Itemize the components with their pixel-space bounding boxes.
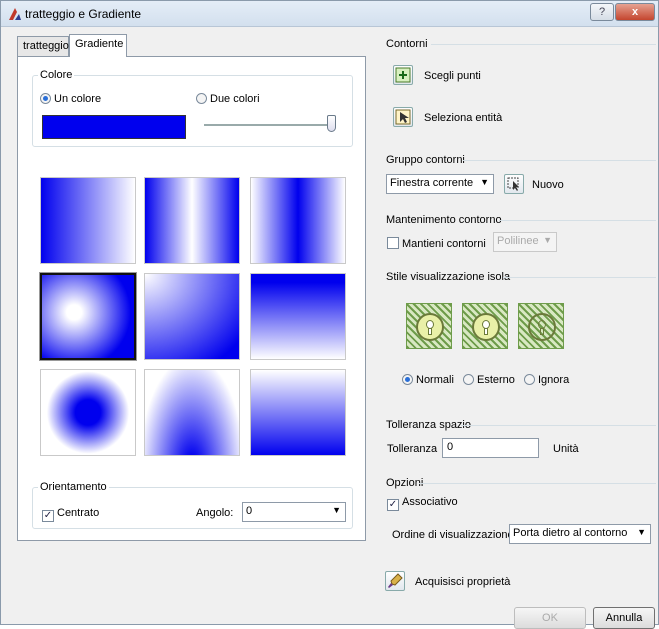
new-set-icon	[507, 177, 519, 191]
stile-divider	[503, 277, 656, 278]
scegli-punti-label[interactable]: Scegli punti	[424, 70, 481, 82]
chevron-down-icon: ▼	[480, 177, 489, 187]
gradient-swatch-linear-horizontal[interactable]	[40, 177, 136, 264]
island-ignore-icon[interactable]	[518, 303, 564, 349]
mantieni-contorni-checkbox[interactable]	[387, 237, 399, 249]
gradient-swatch-hemispherical[interactable]	[144, 273, 240, 360]
orientamento-label: Orientamento	[40, 481, 107, 493]
colore-label: Colore	[40, 69, 73, 81]
annulla-button[interactable]: Annulla	[593, 607, 655, 629]
centrato-option[interactable]: ✓ Centrato	[42, 507, 99, 522]
associativo-option[interactable]: ✓ Associativo	[387, 496, 458, 511]
acquisisci-button[interactable]	[385, 571, 405, 591]
gradient-swatch-inverted-curved[interactable]	[250, 369, 346, 456]
gradient-swatch-inverted-spherical[interactable]	[40, 369, 136, 456]
window-title: tratteggio e Gradiente	[25, 7, 142, 21]
isola-normali-option[interactable]: Normali	[402, 374, 454, 386]
gradient-swatch-curved[interactable]	[250, 273, 346, 360]
tab-tratteggio[interactable]: tratteggio	[17, 36, 69, 56]
scegli-punti-button[interactable]	[393, 65, 413, 85]
isola-ignora-option[interactable]: Ignora	[524, 374, 569, 386]
close-button[interactable]: x	[615, 3, 655, 21]
island-outer-icon[interactable]	[462, 303, 508, 349]
title-bar: tratteggio e Gradiente ? x	[1, 1, 658, 27]
color-swatch-button[interactable]	[42, 115, 186, 139]
gradient-tab-panel: Colore Un colore Due colori Orientamento…	[17, 56, 366, 541]
isola-esterno-option[interactable]: Esterno	[463, 374, 515, 386]
gruppo-contorni-select[interactable]: Finestra corrente ▼	[386, 174, 494, 194]
tolleranza-field-label: Tolleranza	[387, 443, 438, 455]
nuovo-button[interactable]	[504, 174, 524, 194]
chevron-down-icon: ▼	[637, 527, 646, 537]
mantieni-contorni-option[interactable]: Mantieni contorni	[387, 237, 486, 250]
tolleranza-unit: Unità	[553, 443, 579, 455]
associativo-checkbox[interactable]: ✓	[387, 499, 399, 511]
gruppo-divider	[463, 160, 656, 161]
ignora-radio[interactable]	[524, 374, 535, 385]
opzioni-divider	[419, 483, 656, 484]
ok-button[interactable]: OK	[514, 607, 586, 629]
two-colors-option[interactable]: Due colori	[196, 93, 260, 105]
acquisisci-label[interactable]: Acquisisci proprietà	[415, 576, 510, 588]
gradient-swatch-inverted-hemispherical[interactable]	[144, 369, 240, 456]
angolo-select[interactable]: 0 ▼	[242, 502, 346, 522]
help-button[interactable]: ?	[590, 3, 614, 21]
tolleranza-spazio-label: Tolleranza spazio	[386, 419, 471, 431]
centrato-checkbox[interactable]: ✓	[42, 510, 54, 522]
one-color-radio[interactable]	[40, 93, 51, 104]
pick-points-icon	[395, 67, 411, 83]
gruppo-contorni-label: Gruppo contorni	[386, 154, 465, 166]
seleziona-entita-button[interactable]	[393, 107, 413, 127]
shade-slider-track[interactable]	[204, 124, 334, 126]
mantenimento-label: Mantenimento contorno	[386, 214, 502, 226]
select-objects-icon	[395, 109, 411, 125]
hatch-gradient-dialog: tratteggio e Gradiente ? x tratteggio Gr…	[0, 0, 659, 629]
ordine-label: Ordine di visualizzazione	[392, 529, 514, 541]
opzioni-label: Opzioni	[386, 477, 424, 489]
normali-radio[interactable]	[402, 374, 413, 385]
autocad-app-icon	[9, 8, 21, 20]
esterno-radio[interactable]	[463, 374, 474, 385]
one-color-option[interactable]: Un colore	[40, 93, 101, 105]
contour-type-select[interactable]: Polilinee ▼	[493, 232, 557, 252]
contorni-divider	[431, 44, 656, 45]
tolleranza-input[interactable]: 0	[442, 438, 539, 458]
gradient-swatch-cylinder-horizontal[interactable]	[144, 177, 240, 264]
tolleranza-divider	[461, 425, 656, 426]
nuovo-label: Nuovo	[532, 179, 564, 191]
stile-isola-label: Stile visualizzazione isola	[386, 271, 511, 283]
shade-slider-thumb[interactable]	[327, 115, 336, 132]
gradient-swatch-spherical[interactable]	[40, 273, 136, 360]
ordine-select[interactable]: Porta dietro al contorno ▼	[509, 524, 651, 544]
angolo-label: Angolo:	[196, 507, 234, 519]
island-normal-icon[interactable]	[406, 303, 452, 349]
chevron-down-icon: ▼	[332, 505, 341, 515]
mantenimento-divider	[499, 220, 656, 221]
chevron-down-icon: ▼	[543, 235, 552, 245]
tab-gradiente[interactable]: Gradiente	[69, 34, 127, 57]
seleziona-entita-label[interactable]: Seleziona entità	[424, 112, 502, 124]
brush-icon	[388, 573, 403, 588]
two-colors-radio[interactable]	[196, 93, 207, 104]
contorni-label: Contorni	[386, 38, 428, 50]
gradient-swatch-inverted-cylinder-horizontal[interactable]	[250, 177, 346, 264]
